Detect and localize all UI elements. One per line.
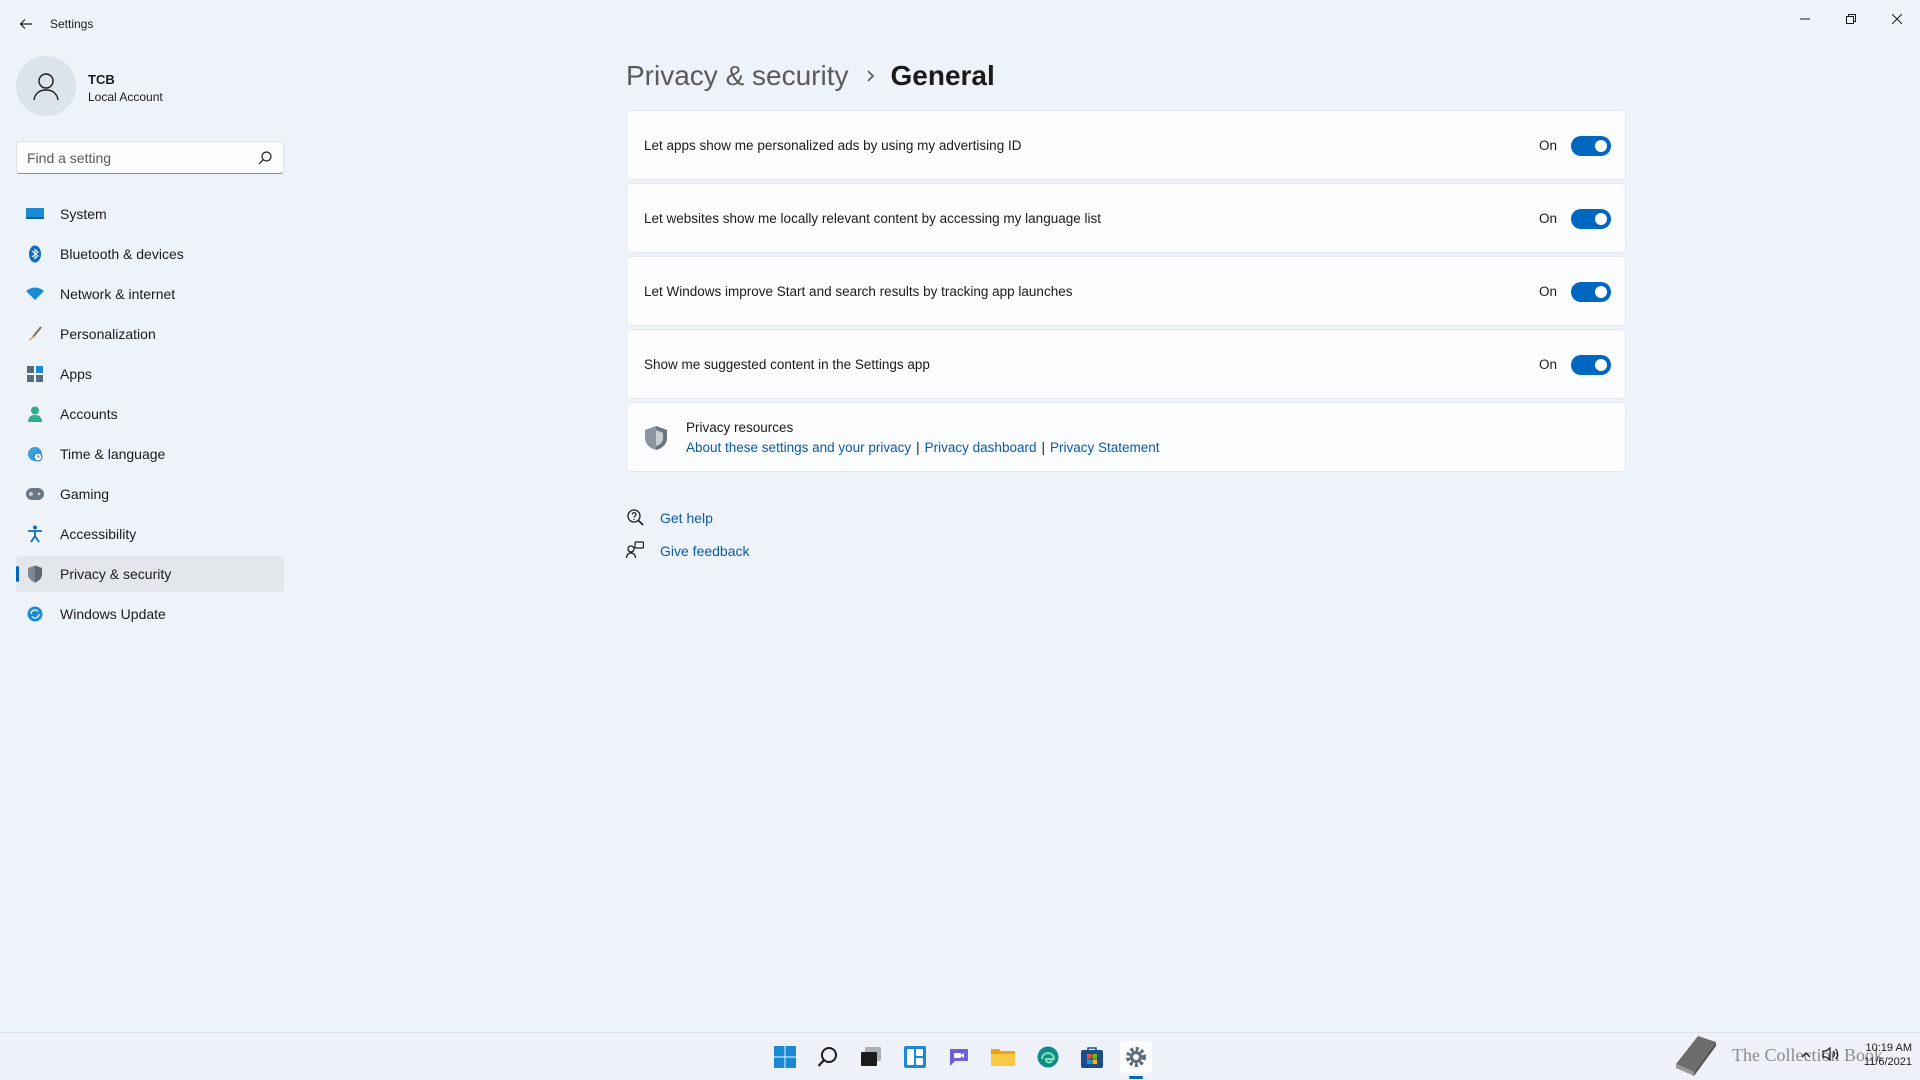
wifi-icon (26, 285, 44, 303)
privacy-statement-link[interactable]: Privacy Statement (1050, 440, 1160, 455)
setting-label: Let apps show me personalized ads by usi… (644, 138, 1022, 153)
get-help-icon (627, 509, 644, 526)
apps-icon (26, 365, 44, 383)
back-button[interactable] (14, 12, 38, 36)
privacy-resources-links: About these settings and your privacy | … (686, 440, 1160, 455)
bluetooth-icon (26, 245, 44, 263)
taskbar-clock[interactable]: 10:19 AM 11/6/2021 (1850, 1041, 1912, 1069)
setting-personalized-ads: Let apps show me personalized ads by usi… (626, 110, 1626, 180)
setting-label: Let Windows improve Start and search res… (644, 284, 1073, 299)
update-icon (26, 605, 44, 623)
give-feedback-link[interactable]: Give feedback (626, 535, 826, 568)
clock-date: 11/6/2021 (1863, 1056, 1912, 1068)
toggle-knob (1595, 359, 1607, 371)
book-logo-icon (1676, 1036, 1716, 1076)
accessibility-icon (26, 525, 44, 543)
restore-icon (1846, 14, 1856, 24)
about-privacy-link[interactable]: About these settings and your privacy (686, 440, 911, 455)
gamepad-icon (26, 485, 44, 503)
app-title: Settings (50, 17, 94, 31)
settings-list: Let apps show me personalized ads by usi… (626, 110, 1626, 472)
close-button[interactable] (1874, 4, 1920, 34)
setting-label: Let websites show me locally relevant co… (644, 211, 1101, 226)
brush-icon (26, 325, 44, 343)
edge-icon[interactable] (1032, 1041, 1064, 1073)
sidebar-item-bluetooth[interactable]: Bluetooth & devices (16, 236, 284, 272)
file-explorer-icon[interactable] (987, 1041, 1019, 1073)
privacy-dashboard-link[interactable]: Privacy dashboard (925, 440, 1037, 455)
avatar (16, 56, 76, 116)
chat-icon[interactable] (943, 1041, 975, 1073)
get-help-link[interactable]: Get help (626, 502, 826, 535)
setting-language-list: Let websites show me locally relevant co… (626, 183, 1626, 253)
start-icon[interactable] (769, 1041, 801, 1073)
minimize-icon (1800, 18, 1810, 20)
sidebar-nav: System Bluetooth & devices Network & int… (16, 196, 284, 636)
setting-suggested-content: Show me suggested content in the Setting… (626, 329, 1626, 399)
shield-icon (26, 565, 44, 583)
chevron-right-icon (865, 69, 875, 83)
shield-icon (645, 426, 667, 450)
breadcrumb: Privacy & security General (626, 56, 995, 96)
link-separator: | (1041, 440, 1045, 455)
chevron-up-icon[interactable] (1800, 1049, 1812, 1061)
privacy-resources-card: Privacy resources About these settings a… (626, 402, 1626, 472)
close-icon (1892, 14, 1902, 24)
store-icon[interactable] (1076, 1041, 1108, 1073)
search-input[interactable] (27, 148, 247, 168)
settings-icon[interactable] (1120, 1041, 1152, 1073)
personalized-ads-toggle[interactable] (1571, 136, 1611, 156)
help-links: Get help Give feedback (626, 502, 826, 568)
search-icon[interactable] (257, 150, 273, 166)
page-title: General (890, 60, 995, 91)
app-launch-tracking-toggle[interactable] (1571, 282, 1611, 302)
minimize-button[interactable] (1782, 4, 1828, 34)
clock-time: 10:19 AM (1865, 1042, 1912, 1054)
user-icon (33, 73, 59, 101)
sidebar-item-network[interactable]: Network & internet (16, 276, 284, 312)
toggle-state-label: On (1539, 284, 1558, 299)
restore-button[interactable] (1828, 4, 1874, 34)
task-view-icon[interactable] (855, 1041, 887, 1073)
volume-icon[interactable] (1822, 1046, 1840, 1062)
user-name: TCB (88, 72, 115, 87)
sidebar-item-privacy-security[interactable]: Privacy & security (16, 556, 284, 592)
toggle-state-label: On (1539, 138, 1558, 153)
search-box[interactable] (16, 141, 284, 174)
widgets-icon[interactable] (899, 1041, 931, 1073)
toggle-knob (1595, 140, 1607, 152)
sidebar-item-apps[interactable]: Apps (16, 356, 284, 392)
system-icon (26, 205, 44, 223)
sidebar-item-accessibility[interactable]: Accessibility (16, 516, 284, 552)
account-icon (26, 405, 44, 423)
toggle-state-label: On (1539, 357, 1558, 372)
back-arrow-icon (19, 19, 32, 29)
toggle-knob (1595, 213, 1607, 225)
user-profile[interactable]: TCB Local Account (16, 56, 296, 118)
toggle-state-label: On (1539, 211, 1558, 226)
sidebar-item-system[interactable]: System (16, 196, 284, 232)
sidebar-item-gaming[interactable]: Gaming (16, 476, 284, 512)
breadcrumb-parent[interactable]: Privacy & security (626, 60, 849, 92)
suggested-content-toggle[interactable] (1571, 355, 1611, 375)
setting-app-launch-tracking: Let Windows improve Start and search res… (626, 256, 1626, 326)
setting-label: Show me suggested content in the Setting… (644, 357, 930, 372)
sidebar-item-accounts[interactable]: Accounts (16, 396, 284, 432)
globe-clock-icon (26, 445, 44, 463)
toggle-knob (1595, 286, 1607, 298)
link-separator: | (916, 440, 920, 455)
privacy-resources-title: Privacy resources (686, 420, 794, 435)
title-bar: Settings (0, 0, 1920, 48)
search-icon[interactable] (812, 1041, 844, 1073)
taskbar (0, 1032, 1920, 1080)
sidebar-item-time-language[interactable]: Time & language (16, 436, 284, 472)
sidebar-item-personalization[interactable]: Personalization (16, 316, 284, 352)
account-type: Local Account (88, 90, 163, 104)
active-app-indicator (1129, 1076, 1143, 1079)
feedback-icon (626, 541, 644, 559)
language-list-toggle[interactable] (1571, 209, 1611, 229)
sidebar-item-windows-update[interactable]: Windows Update (16, 596, 284, 632)
